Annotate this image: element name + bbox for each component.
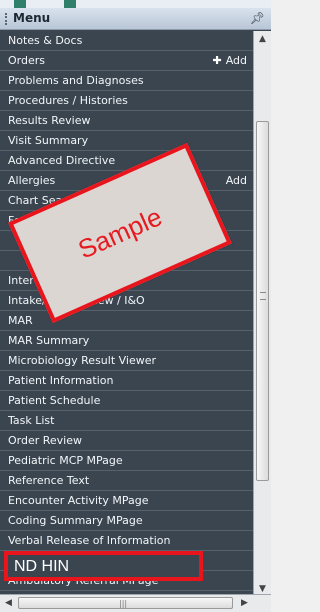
menu-item[interactable]: Microbiology Result Viewer — [0, 351, 253, 371]
menu-title: Menu — [13, 11, 51, 25]
menu-header: Menu 📌︎ — [0, 8, 271, 30]
add-orders-button[interactable]: ✚ Add — [212, 51, 247, 71]
scroll-up-icon[interactable]: ▲ — [254, 31, 271, 48]
drag-grip-icon[interactable] — [5, 13, 9, 25]
add-allergies-button[interactable]: Add — [226, 171, 247, 191]
menu-item[interactable]: Results Review — [0, 111, 253, 131]
thumb-grip-icon — [260, 292, 266, 300]
menu-item[interactable]: Coding Summary MPage — [0, 511, 253, 531]
pin-icon[interactable]: 📌︎ — [250, 11, 265, 25]
menu-item[interactable]: Pediatric MCP MPage — [0, 451, 253, 471]
horizontal-scroll-thumb[interactable]: ||| — [18, 597, 233, 609]
vertical-scroll-thumb[interactable] — [256, 121, 269, 481]
menu-item[interactable]: Problems and Diagnoses — [0, 71, 253, 91]
thumb-grip-icon: ||| — [119, 599, 128, 608]
highlighted-item: ND HIN — [4, 551, 203, 581]
top-strip — [0, 0, 271, 8]
horizontal-scrollbar[interactable]: ◀ ||| ▶ — [0, 594, 271, 612]
menu-item[interactable]: Procedures / Histories — [0, 91, 253, 111]
menu-item[interactable]: Notes & Docs — [0, 31, 253, 51]
menu-item[interactable]: Patient Information — [0, 371, 253, 391]
menu-item[interactable]: Order Review — [0, 431, 253, 451]
menu-item[interactable]: Intake/Output View / I&O — [0, 291, 253, 311]
menu-item[interactable]: Advanced Directive — [0, 151, 253, 171]
menu-item[interactable]: Orders ✚ Add — [0, 51, 253, 71]
scroll-left-icon[interactable]: ◀ — [0, 595, 17, 612]
menu-item[interactable]: Encounter Activity MPage — [0, 491, 253, 511]
vertical-scrollbar[interactable]: ▲ ▼ — [253, 31, 271, 598]
window-tab[interactable] — [64, 0, 76, 8]
highlight-text: ND HIN — [14, 558, 70, 575]
plus-icon: ✚ — [212, 54, 222, 67]
menu-item[interactable]: Task List — [0, 411, 253, 431]
menu-panel: Menu 📌︎ Notes & Docs Orders ✚ Add Problem… — [0, 8, 271, 612]
scroll-right-icon[interactable]: ▶ — [236, 595, 253, 612]
menu-item[interactable]: Reference Text — [0, 471, 253, 491]
menu-item[interactable]: Verbal Release of Information — [0, 531, 253, 551]
menu-list: Notes & Docs Orders ✚ Add Problems and Di… — [0, 31, 253, 606]
menu-item[interactable]: Patient Schedule — [0, 391, 253, 411]
menu-item[interactable]: Visit Summary — [0, 131, 253, 151]
menu-item[interactable]: MAR Summary — [0, 331, 253, 351]
window-tab[interactable] — [14, 0, 26, 8]
menu-item[interactable]: MAR — [0, 311, 253, 331]
